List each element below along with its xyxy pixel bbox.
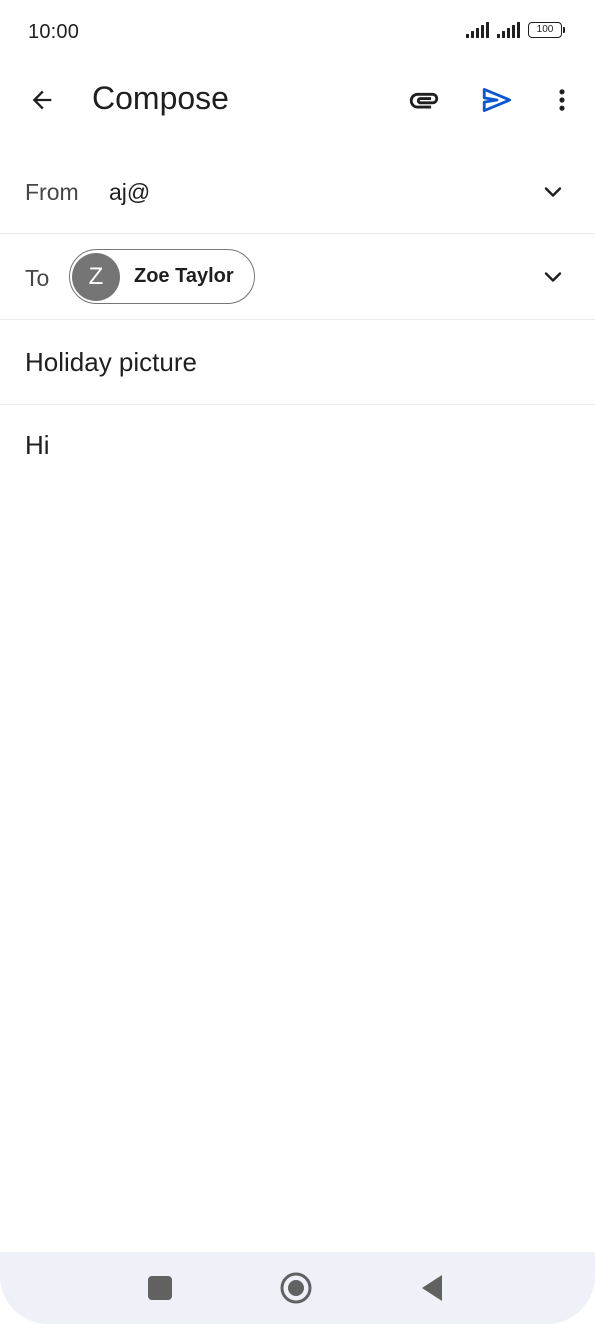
- recipient-name: Zoe Taylor: [134, 265, 234, 287]
- subject-row: Holiday picture: [0, 320, 595, 405]
- system-back-button[interactable]: [408, 1264, 456, 1312]
- send-icon: [482, 87, 512, 113]
- battery-icon: 100: [528, 22, 565, 38]
- from-label: From: [25, 179, 79, 205]
- status-bar: 10:00 100: [0, 0, 595, 64]
- battery-level: 100: [528, 22, 562, 38]
- from-expand-button[interactable]: [541, 180, 565, 204]
- attach-button[interactable]: [400, 76, 448, 124]
- chevron-down-icon: [544, 187, 562, 197]
- signal-icon: [466, 22, 489, 38]
- to-row: To Z Zoe Taylor: [0, 234, 595, 320]
- subject-field[interactable]: Holiday picture: [25, 347, 197, 378]
- send-button[interactable]: [473, 76, 521, 124]
- back-arrow-icon: [32, 90, 52, 110]
- signal-icon: [497, 22, 520, 38]
- recents-icon: [148, 1276, 172, 1300]
- home-button[interactable]: [272, 1264, 320, 1312]
- recipient-chip[interactable]: Z Zoe Taylor: [69, 249, 255, 304]
- body-field[interactable]: Hi: [25, 430, 50, 461]
- from-field[interactable]: aj@: [109, 179, 150, 206]
- app-bar: Compose: [0, 64, 595, 136]
- status-icons: 100: [466, 22, 565, 38]
- to-label: To: [25, 265, 50, 291]
- back-triangle-icon: [422, 1275, 442, 1301]
- chevron-down-icon: [544, 272, 562, 282]
- to-expand-button[interactable]: [541, 265, 565, 289]
- from-row: From aj@: [0, 150, 595, 234]
- paperclip-icon: [409, 92, 439, 109]
- more-options-button[interactable]: [538, 76, 586, 124]
- system-nav-bar: [0, 1252, 595, 1324]
- avatar: Z: [72, 252, 120, 301]
- more-vert-icon: [559, 89, 565, 111]
- home-icon: [280, 1272, 312, 1304]
- page-title: Compose: [92, 80, 229, 116]
- back-button[interactable]: [18, 76, 66, 124]
- recents-button[interactable]: [136, 1264, 184, 1312]
- status-time: 10:00: [28, 21, 80, 43]
